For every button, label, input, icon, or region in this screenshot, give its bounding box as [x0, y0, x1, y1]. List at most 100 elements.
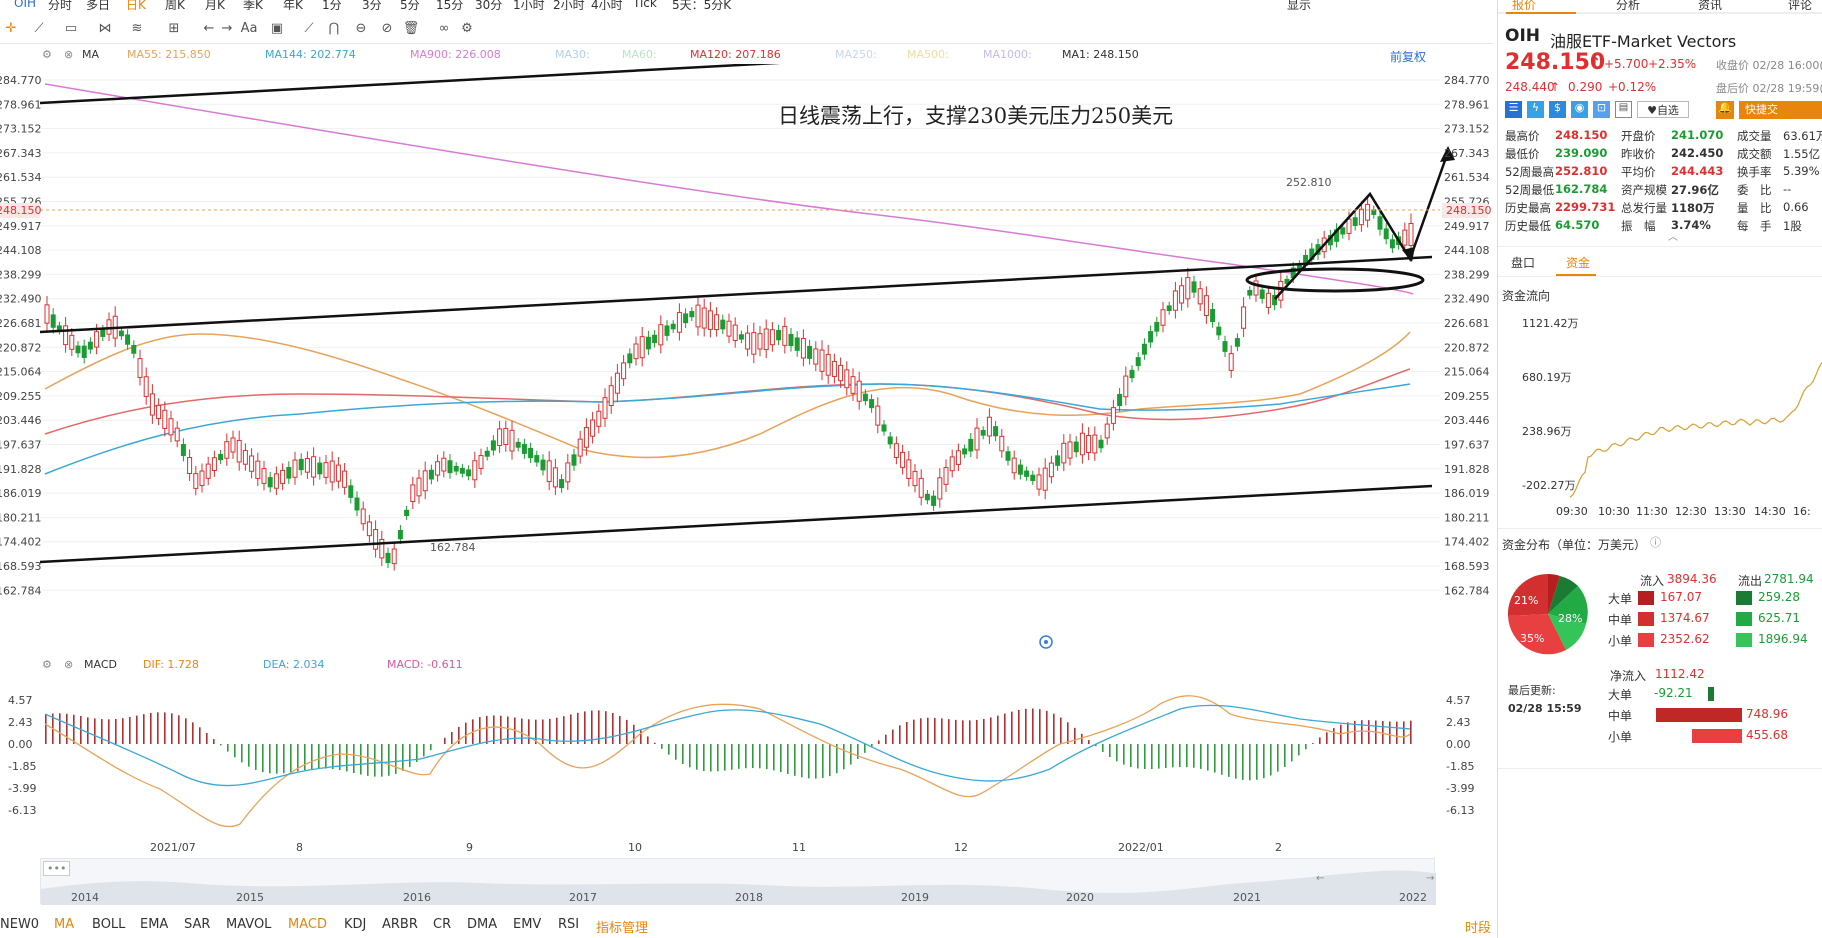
watchlist-button[interactable]: ♥自选: [1637, 101, 1689, 118]
magnet-icon[interactable]: ⋂: [325, 20, 343, 38]
indicator-tab-cr[interactable]: CR: [433, 917, 451, 932]
candle-body: [763, 328, 769, 351]
tab-3m[interactable]: 3分: [362, 0, 382, 10]
macd-bar: [661, 744, 663, 749]
close-icon[interactable]: ⊗: [64, 48, 73, 61]
macd-label[interactable]: MACD: [84, 658, 117, 671]
macd-bar: [234, 744, 236, 758]
ma-label[interactable]: MA: [82, 48, 99, 61]
fib-tool-icon[interactable]: ⊞: [165, 20, 183, 38]
tab-tick[interactable]: Tick: [633, 0, 657, 10]
symbol-tab[interactable]: OIH: [14, 0, 36, 10]
alert-icon[interactable]: ⊡: [1593, 101, 1610, 118]
tab-weekly[interactable]: 周K: [165, 0, 185, 10]
settings-gear-icon[interactable]: ⚙: [42, 48, 52, 61]
crosshair-icon[interactable]: ✛: [2, 20, 20, 38]
price-tick: 174.402: [1444, 536, 1490, 549]
undo-arrow-icon[interactable]: ←: [200, 20, 218, 38]
macd-bar: [1403, 721, 1405, 744]
price-pct: +2.35%: [1648, 57, 1697, 71]
nav-right-arrow-icon[interactable]: →: [1426, 873, 1434, 884]
line-tool-icon[interactable]: ⟋: [30, 20, 48, 38]
indicator-manage[interactable]: 指标管理: [596, 917, 648, 936]
note-icon[interactable]: ▤: [1615, 101, 1632, 118]
indicator-tab-emv[interactable]: EMV: [513, 917, 541, 932]
dollar-icon[interactable]: $: [1549, 101, 1566, 118]
tab-30m[interactable]: 30分: [475, 0, 502, 10]
ma1000-value: MA1000:: [983, 48, 1032, 61]
adjust-mode[interactable]: 前复权: [1390, 48, 1426, 65]
lock-icon[interactable]: ⊖: [352, 20, 370, 38]
link-icon[interactable]: ∞: [435, 20, 453, 38]
indicator-tab-new0[interactable]: NEW0: [0, 917, 39, 932]
price-tick: 162.784: [1444, 584, 1490, 597]
help-icon[interactable]: ⓘ: [1650, 534, 1661, 550]
redo-arrow-icon[interactable]: →: [218, 20, 236, 38]
macd-bar: [1067, 722, 1069, 744]
fund-flow-chart[interactable]: 1121.42万 680.19万 238.96万 -202.27万 09:30 10:3…: [1498, 305, 1822, 525]
ruler-icon[interactable]: ⟋: [300, 20, 318, 38]
subtab-orderbook[interactable]: 盘口: [1511, 254, 1535, 271]
candlestick-chart[interactable]: 日线震荡上行，支撑230美元压力250美元 252.810 162.784 28…: [0, 64, 1493, 654]
trash-icon[interactable]: 🗑: [402, 20, 420, 38]
session-button[interactable]: 时段: [1465, 917, 1491, 936]
macd-bar: [1291, 744, 1293, 762]
tab-quarterly[interactable]: 季K: [243, 0, 263, 10]
indicator-tab-dma[interactable]: DMA: [467, 917, 497, 932]
settings-gear-icon[interactable]: ⚙: [42, 658, 52, 671]
table-icon[interactable]: ☰: [1505, 101, 1522, 118]
hide-icon[interactable]: ⊘: [378, 20, 396, 38]
tab-analysis[interactable]: 分析: [1616, 0, 1640, 10]
tab-news[interactable]: 资讯: [1698, 0, 1722, 10]
tab-2h[interactable]: 2小时: [553, 0, 585, 10]
tab-4h[interactable]: 4小时: [591, 0, 623, 10]
macd-legend: ⚙ ⊗ MACD DIF: 1.728 DEA: 2.034 MACD: -0.…: [0, 656, 1440, 674]
macd-chart[interactable]: 4.57 2.43 0.00 -1.85 -3.99 -6.13 4.57 2.43 0.00…: [0, 674, 1493, 834]
indicator-tab-sar[interactable]: SAR: [184, 917, 210, 932]
candle-body: [447, 460, 453, 474]
indicator-tab-rsi[interactable]: RSI: [558, 917, 579, 932]
candle-body: [1402, 229, 1408, 246]
tab-1m[interactable]: 1分: [322, 0, 342, 10]
stat-label: 每 手: [1737, 219, 1772, 233]
display-menu[interactable]: 显示: [1287, 0, 1311, 10]
price-tick: 186.019: [1444, 487, 1490, 500]
tab-yearly[interactable]: 年K: [283, 0, 303, 10]
text-tool-icon[interactable]: Aa: [240, 20, 258, 38]
tab-multiday[interactable]: 多日: [86, 0, 110, 10]
tab-quote[interactable]: 报价: [1512, 0, 1536, 10]
tab-comments[interactable]: 评论: [1788, 0, 1812, 10]
indicator-tab-mavol[interactable]: MAVOL: [226, 917, 271, 932]
settings-gear-icon[interactable]: ⚙: [458, 20, 476, 38]
stat-label: 振 幅: [1621, 219, 1656, 233]
nav-left-arrow-icon[interactable]: ←: [1316, 873, 1324, 884]
indicator-tab-boll[interactable]: BOLL: [92, 917, 125, 932]
tab-monthly[interactable]: 月K: [205, 0, 225, 10]
indicator-tab-ema[interactable]: EMA: [140, 917, 168, 932]
candle-body: [180, 444, 186, 456]
subtab-funds[interactable]: 资金: [1566, 254, 1590, 271]
candle-body: [1154, 321, 1160, 332]
indicator-tab-arbr[interactable]: ARBR: [382, 917, 418, 932]
rect-tool-icon[interactable]: ▭: [62, 20, 80, 38]
tab-1h[interactable]: 1小时: [513, 0, 545, 10]
tab-15m[interactable]: 15分: [436, 0, 463, 10]
tab-5day[interactable]: 5天：5分K: [672, 0, 731, 10]
bell-icon[interactable]: 🔔: [1716, 101, 1734, 119]
indicator-tab-ma[interactable]: MA: [54, 917, 74, 932]
tab-5m[interactable]: 5分: [400, 0, 420, 10]
indicator-tab-macd[interactable]: MACD: [288, 917, 327, 932]
channel-tool-icon[interactable]: ⋈: [96, 20, 114, 38]
share-icon[interactable]: ◉: [1571, 101, 1588, 118]
flash-icon[interactable]: ϟ: [1527, 101, 1544, 118]
comment-icon[interactable]: ▣: [268, 20, 286, 38]
range-navigator[interactable]: 2014 2015 2016 2017 2018 2019 2020 2021 2022 •••…: [40, 858, 1436, 905]
quick-trade-button[interactable]: 快捷交: [1739, 101, 1822, 119]
wave-tool-icon[interactable]: ≋: [128, 20, 146, 38]
navigator-handle-left[interactable]: •••: [43, 861, 71, 876]
tab-timeshare[interactable]: 分时: [48, 0, 72, 10]
collapse-chevron-icon[interactable]: ︿: [1668, 228, 1678, 243]
tab-daily[interactable]: 日K: [126, 0, 146, 10]
close-icon[interactable]: ⊗: [64, 658, 73, 671]
indicator-tab-kdj[interactable]: KDJ: [344, 917, 366, 932]
